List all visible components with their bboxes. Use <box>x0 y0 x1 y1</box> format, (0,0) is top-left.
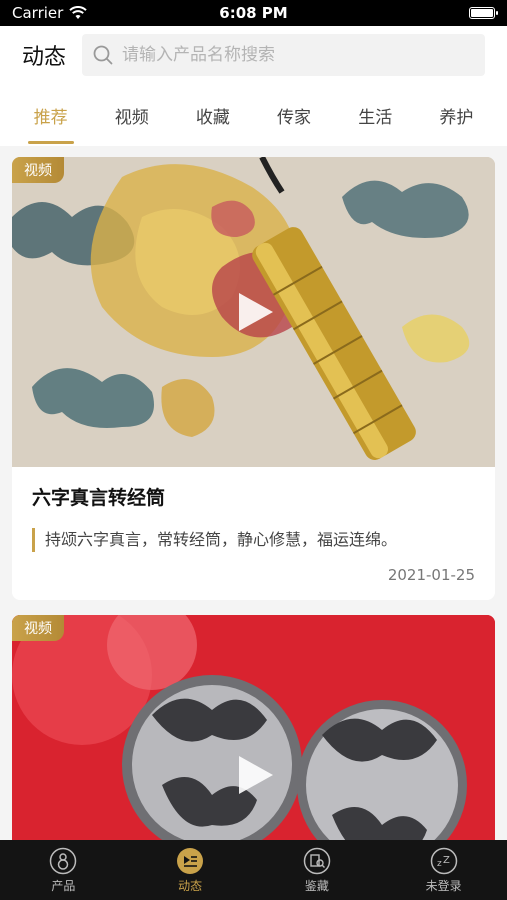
svg-text:z: z <box>437 859 442 869</box>
gourd-icon <box>50 847 77 874</box>
wifi-icon <box>69 6 88 19</box>
feed: 视频 六字真言转经筒 持颂六字真言，常转经筒，静心修慧，福运连绵。 2021-0… <box>0 146 507 840</box>
tab-label: 推荐 <box>33 107 68 128</box>
carrier-label: Carrier <box>12 4 64 22</box>
silver-balls-image <box>12 615 495 840</box>
search-input[interactable] <box>122 45 475 65</box>
search-bar[interactable] <box>82 34 485 76</box>
tabbar-label: 动态 <box>178 878 203 893</box>
tabbar-label: 未登录 <box>425 878 462 893</box>
card-date: 2021-01-25 <box>387 566 475 584</box>
tab-collection[interactable]: 收藏 <box>196 84 230 146</box>
tab-heirloom[interactable]: 传家 <box>277 84 311 146</box>
category-tabs: 推荐 视频 收藏 传家 生活 养护 <box>0 84 507 146</box>
play-icon[interactable] <box>231 289 277 335</box>
video-badge: 视频 <box>12 615 64 641</box>
feed-card[interactable]: 视频 六字真言转经筒 持颂六字真言，常转经筒，静心修慧，福运连绵。 2021-0… <box>12 157 495 600</box>
card-title: 六字真言转经筒 <box>32 487 166 509</box>
tab-label: 养护 <box>439 107 474 128</box>
play-icon[interactable] <box>231 752 277 798</box>
status-bar: Carrier 6:08 PM <box>0 0 507 26</box>
tab-recommend[interactable]: 推荐 <box>27 84 74 146</box>
tab-label: 收藏 <box>195 107 230 128</box>
battery-icon <box>469 7 498 19</box>
tab-video[interactable]: 视频 <box>115 84 149 146</box>
tabbar-label: 鉴藏 <box>304 878 329 893</box>
bottom-tab-bar: 产品 动态 鉴藏 z Z 未登录 <box>0 840 507 900</box>
card-media[interactable]: 视频 <box>12 157 495 467</box>
tab-label: 生活 <box>358 107 393 128</box>
tabbar-label: 产品 <box>51 878 76 893</box>
tab-life[interactable]: 生活 <box>358 84 392 146</box>
appraise-icon <box>303 847 331 874</box>
tab-label: 传家 <box>277 107 312 128</box>
feed-card[interactable]: 视频 <box>12 615 495 840</box>
page-title: 动态 <box>22 45 67 70</box>
sleep-icon: z Z <box>430 847 457 874</box>
header: 动态 <box>0 26 507 84</box>
card-description: 持颂六字真言，常转经筒，静心修慧，福运连绵。 <box>32 528 475 552</box>
tab-label: 视频 <box>114 107 149 128</box>
status-left: Carrier <box>12 4 88 22</box>
tabbar-item-appraise[interactable]: 鉴藏 <box>272 847 362 894</box>
search-icon <box>93 45 113 65</box>
tabbar-item-feed[interactable]: 动态 <box>145 847 235 894</box>
svg-text:Z: Z <box>443 855 450 866</box>
tab-care[interactable]: 养护 <box>439 84 473 146</box>
card-body: 六字真言转经筒 持颂六字真言，常转经筒，静心修慧，福运连绵。 2021-01-2… <box>12 467 495 600</box>
tabbar-item-profile[interactable]: z Z 未登录 <box>399 847 489 894</box>
video-badge: 视频 <box>12 157 64 183</box>
tabbar-item-products[interactable]: 产品 <box>18 847 108 894</box>
card-media[interactable]: 视频 <box>12 615 495 840</box>
play-list-icon <box>177 847 204 874</box>
